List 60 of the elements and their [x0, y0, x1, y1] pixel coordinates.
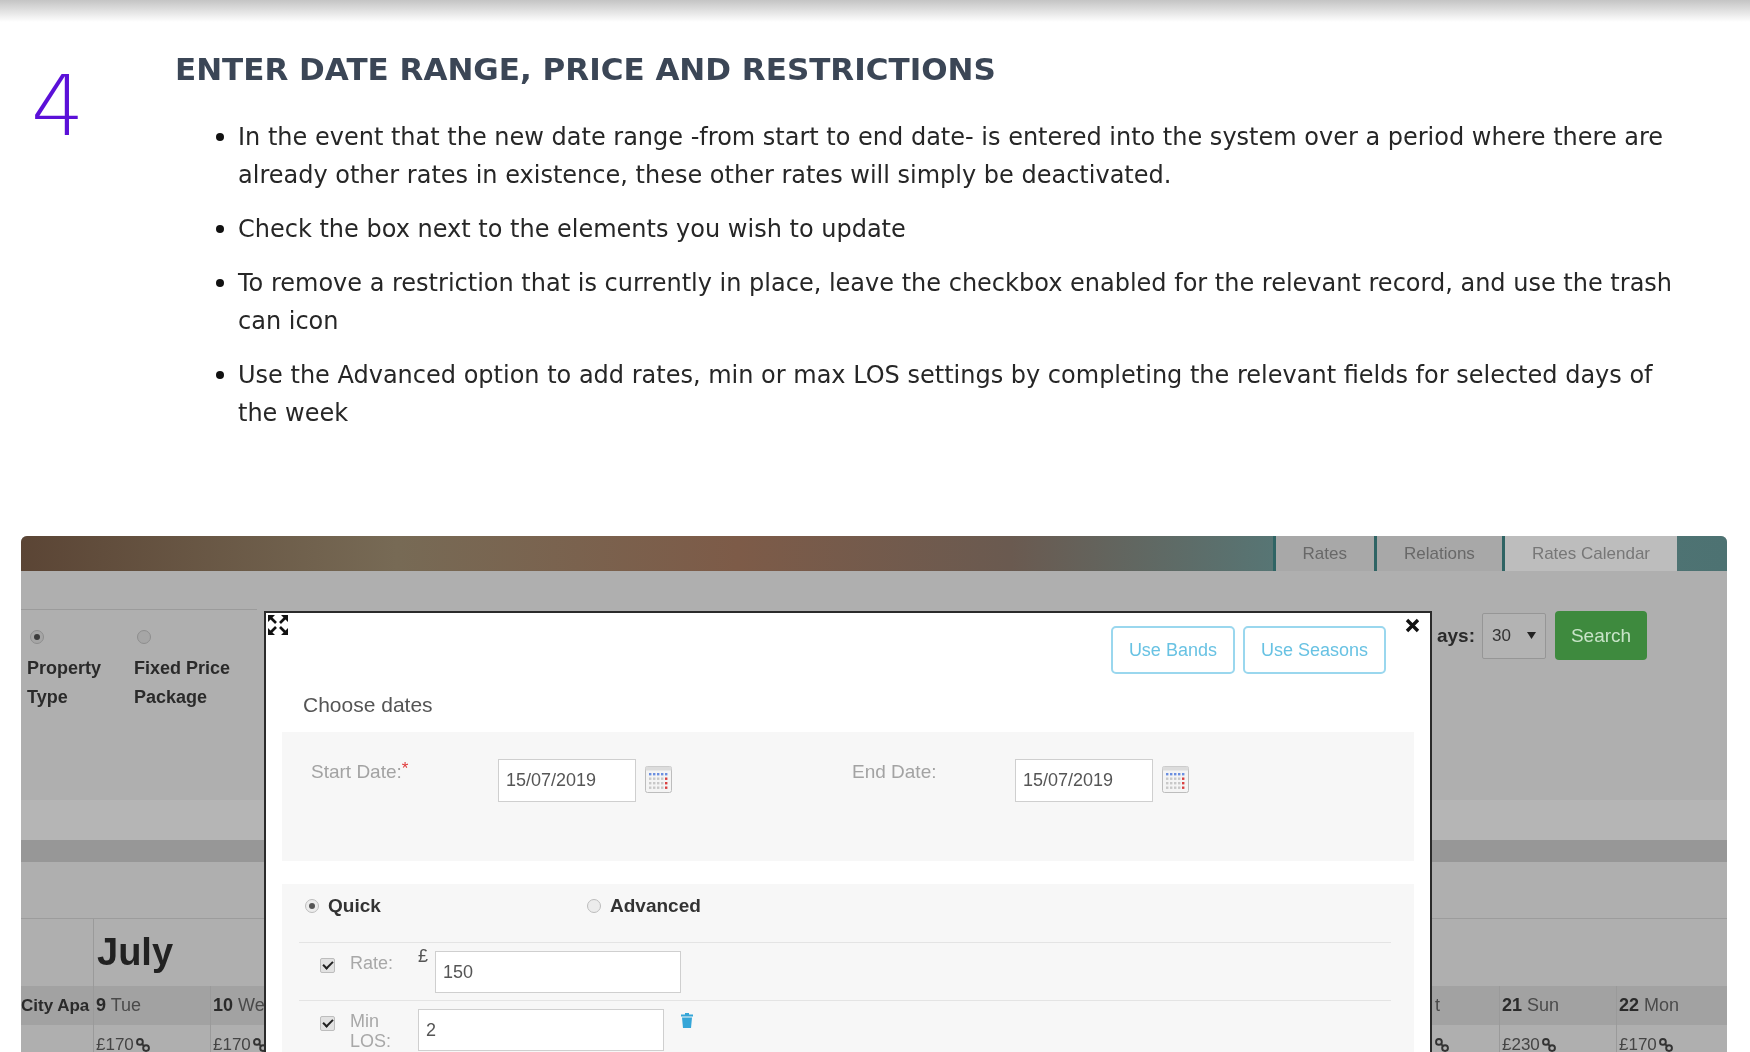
rate-price: £230	[1502, 1035, 1540, 1052]
rate-price: £170	[1619, 1035, 1657, 1052]
day-header: t	[1435, 995, 1440, 1016]
radio-button[interactable]	[30, 630, 44, 644]
nav-tab[interactable]: Rates	[1272, 536, 1374, 571]
link-icon	[1541, 1038, 1556, 1052]
link-icon	[135, 1038, 150, 1052]
mode-label: Advanced	[610, 894, 701, 918]
date-input[interactable]: 15/07/2019	[498, 759, 636, 802]
radio-button[interactable]	[137, 630, 151, 644]
option-label: Fixed Price Package	[134, 657, 232, 709]
mode-label: Quick	[328, 894, 381, 918]
field-label: Rate:	[350, 953, 395, 973]
bullet-icon	[216, 225, 224, 233]
days-select[interactable]: 30	[1482, 612, 1546, 659]
rate-price: £170	[213, 1035, 251, 1052]
day-header: 9 Tue	[96, 995, 142, 1016]
bullet-text: To remove a restriction that is currently in place, leave the checkbox enabled for the relevant record, and use the trash can icon	[238, 268, 1674, 337]
bullet-text: Use the Advanced option to add rates, min or max LOS settings by completing the relevant fields for selected days of the week	[238, 360, 1654, 429]
field-label: Min LOS:	[350, 1011, 393, 1051]
checkbox[interactable]	[320, 1016, 335, 1031]
field-label: End Date:	[852, 760, 937, 784]
radio-button[interactable]	[587, 899, 601, 913]
caret-icon	[1527, 632, 1536, 639]
step-title: ENTER DATE RANGE, PRICE AND RESTRICTIONS	[175, 50, 996, 88]
link-icon	[1435, 1038, 1449, 1052]
section-title: Choose dates	[303, 693, 433, 717]
days-label: ays:	[1436, 624, 1475, 647]
month-title: July	[97, 931, 174, 974]
value-input[interactable]: 2	[418, 1009, 664, 1051]
field-label: Start Date:	[311, 760, 402, 784]
day-header: 22 Mon	[1619, 995, 1680, 1016]
bullet-icon	[216, 279, 224, 287]
day-header: 21 Sun	[1502, 995, 1560, 1016]
search-button[interactable]: Search	[1555, 611, 1647, 660]
bullet-icon	[216, 133, 224, 141]
expand-icon[interactable]	[268, 615, 288, 635]
step-number: 4	[31, 64, 85, 148]
date-input[interactable]: 15/07/2019	[1015, 759, 1153, 802]
nav-tab[interactable]: Rates Calendar	[1501, 536, 1677, 571]
required-mark: *	[401, 760, 409, 778]
calendar-icon[interactable]	[645, 766, 672, 793]
trash-icon[interactable]	[681, 1013, 693, 1028]
link-icon	[1658, 1038, 1673, 1052]
bullet-text: Check the box next to the elements you wish to update	[238, 214, 906, 245]
property-name: City Apa	[21, 995, 90, 1016]
close-icon[interactable]	[1405, 618, 1420, 633]
outline-button[interactable]: Use Seasons	[1242, 626, 1386, 674]
outline-button[interactable]: Use Bands	[1110, 626, 1235, 674]
day-header: 10 We	[213, 995, 265, 1016]
checkbox[interactable]	[320, 958, 335, 973]
value-input[interactable]: 150	[435, 951, 681, 993]
rate-price: £170	[96, 1035, 134, 1052]
bullet-icon	[216, 371, 224, 379]
bullet-text: In the event that the new date range -from start to end date- is entered into the system over a period where there are already other rates in existence, these other rates will simply be deactivated.	[238, 122, 1665, 191]
nav-tab[interactable]: Relations	[1374, 536, 1502, 571]
currency-prefix: £	[418, 947, 429, 965]
calendar-icon[interactable]	[1162, 766, 1189, 793]
radio-button[interactable]	[305, 899, 319, 913]
option-label: Property Type	[27, 657, 103, 709]
